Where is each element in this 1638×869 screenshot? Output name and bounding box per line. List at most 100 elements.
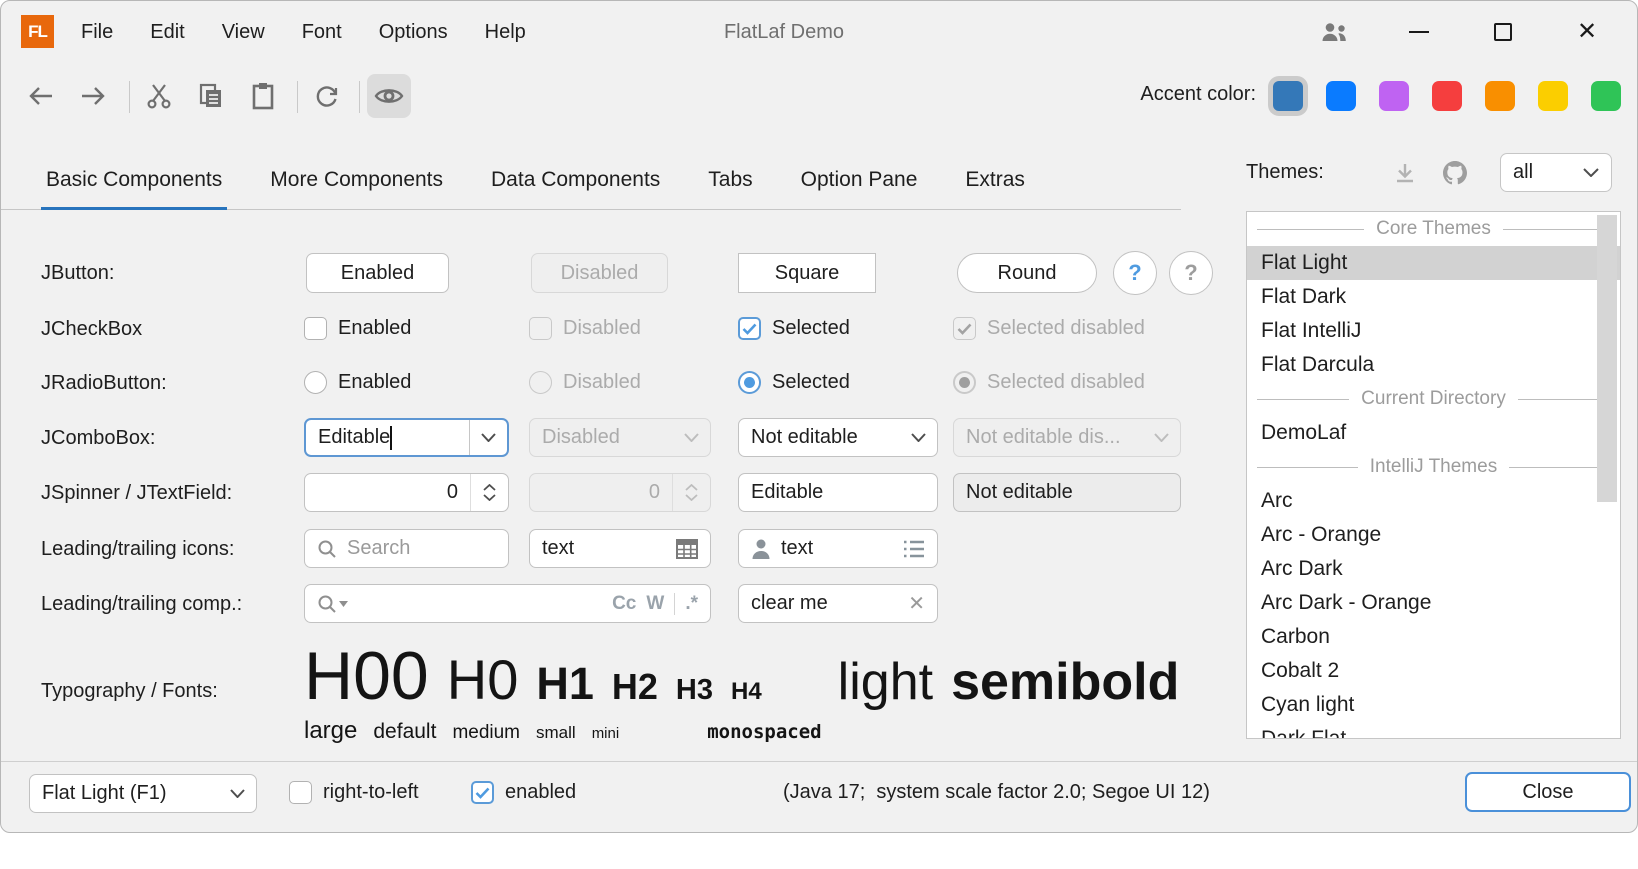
accent-swatch-purple[interactable]: [1379, 81, 1409, 111]
jradiobutton-row-label: JRadioButton:: [41, 372, 167, 395]
square-button[interactable]: Square: [738, 253, 876, 293]
cut-button[interactable]: [137, 74, 181, 118]
spinner[interactable]: 0: [304, 473, 509, 512]
menu-options[interactable]: Options: [379, 21, 448, 44]
help-button-blue[interactable]: ?: [1113, 251, 1157, 295]
help-button-gray[interactable]: ?: [1169, 251, 1213, 295]
right-to-left-checkbox[interactable]: right-to-left: [289, 781, 419, 804]
theme-item-cyan-light[interactable]: Cyan light: [1247, 688, 1620, 722]
text-caret: [390, 426, 392, 450]
radio-checked-icon: [953, 371, 976, 394]
light-sample: light: [838, 652, 933, 712]
h00-sample: H00: [304, 637, 429, 715]
back-button[interactable]: [19, 74, 63, 118]
checkbox-enabled[interactable]: Enabled: [304, 317, 411, 340]
search-field[interactable]: [304, 529, 509, 568]
spinner-buttons[interactable]: [470, 474, 508, 511]
theme-item-flat-light[interactable]: Flat Light: [1247, 246, 1620, 280]
copy-button[interactable]: [189, 74, 233, 118]
laf-combobox[interactable]: Flat Light (F1): [29, 774, 257, 813]
checkbox-checked-icon: [738, 317, 761, 340]
menu-file[interactable]: File: [81, 21, 113, 44]
menu-view[interactable]: View: [222, 21, 265, 44]
themes-scrollbar[interactable]: [1597, 215, 1617, 502]
accent-swatch-yellow[interactable]: [1538, 81, 1568, 111]
chevron-down-icon[interactable]: [218, 775, 256, 812]
users-icon[interactable]: [1315, 12, 1355, 52]
github-icon[interactable]: [1439, 157, 1471, 189]
search-field-with-options[interactable]: Cc W .*: [304, 584, 711, 623]
textfield-trailing-table[interactable]: [529, 529, 711, 568]
table-icon[interactable]: [676, 539, 698, 559]
tab-basic-components[interactable]: Basic Components: [46, 151, 222, 210]
radio-selected[interactable]: Selected: [738, 371, 850, 394]
regex-icon[interactable]: .*: [685, 593, 698, 615]
whole-word-icon[interactable]: W: [646, 593, 664, 615]
textfield-leading-user[interactable]: [738, 529, 938, 568]
maximize-button[interactable]: [1483, 12, 1523, 52]
minimize-button[interactable]: [1399, 12, 1439, 52]
typography-row-label: Typography / Fonts:: [41, 680, 218, 703]
accent-swatch-red[interactable]: [1432, 81, 1462, 111]
typography-samples: H00 H0 H1 H2 H3 H4 light semibold: [304, 637, 1179, 715]
tab-more-components[interactable]: More Components: [270, 151, 443, 210]
menu-font[interactable]: Font: [302, 21, 342, 44]
tab-extras[interactable]: Extras: [965, 151, 1025, 210]
menu-help[interactable]: Help: [485, 21, 526, 44]
theme-item-arc-dark[interactable]: Arc Dark: [1247, 552, 1620, 586]
match-case-icon[interactable]: Cc: [612, 593, 636, 615]
textfield-editable[interactable]: [738, 473, 938, 512]
chevron-down-icon: [483, 494, 496, 501]
theme-item-cobalt-2[interactable]: Cobalt 2: [1247, 654, 1620, 688]
theme-item-arc-orange[interactable]: Arc - Orange: [1247, 518, 1620, 552]
combobox-editable[interactable]: Editable: [304, 418, 509, 457]
textfield-input[interactable]: [781, 537, 893, 560]
textfield-input[interactable]: [751, 481, 925, 504]
accent-swatch-blue[interactable]: [1326, 81, 1356, 111]
accent-swatch-default[interactable]: [1273, 81, 1303, 111]
theme-item-arc-dark-orange[interactable]: Arc Dark - Orange: [1247, 586, 1620, 620]
textfield-input[interactable]: [542, 537, 666, 560]
enabled-button[interactable]: Enabled: [306, 253, 449, 293]
search-input[interactable]: [358, 592, 602, 615]
theme-item-dark-flat[interactable]: Dark Flat: [1247, 722, 1620, 739]
theme-item-arc[interactable]: Arc: [1247, 484, 1620, 518]
enabled-checkbox[interactable]: enabled: [471, 781, 576, 804]
combobox-not-editable[interactable]: Not editable: [738, 418, 938, 457]
theme-item-carbon[interactable]: Carbon: [1247, 620, 1620, 654]
comp-row-label: Leading/trailing comp.:: [41, 593, 242, 616]
radio-icon: [529, 371, 552, 394]
list-icon[interactable]: [903, 540, 925, 558]
theme-item-flat-intellij[interactable]: Flat IntelliJ: [1247, 314, 1620, 348]
semibold-sample: semibold: [951, 652, 1179, 712]
refresh-button[interactable]: [305, 74, 349, 118]
radio-enabled[interactable]: Enabled: [304, 371, 411, 394]
search-with-menu-icon[interactable]: [317, 594, 348, 614]
tab-option-pane[interactable]: Option Pane: [801, 151, 918, 210]
tab-data-components[interactable]: Data Components: [491, 151, 660, 210]
radio-label: Selected: [772, 371, 850, 394]
radio-checked-icon: [738, 371, 761, 394]
accent-swatch-orange[interactable]: [1485, 81, 1515, 111]
clearable-field[interactable]: ✕: [738, 584, 938, 623]
round-button[interactable]: Round: [957, 253, 1097, 293]
clear-icon[interactable]: ✕: [908, 591, 925, 616]
chevron-down-icon[interactable]: [469, 420, 507, 455]
theme-item-flat-darcula[interactable]: Flat Darcula: [1247, 348, 1620, 382]
download-icon[interactable]: [1389, 159, 1421, 187]
accent-swatch-green[interactable]: [1591, 81, 1621, 111]
menu-edit[interactable]: Edit: [150, 21, 184, 44]
forward-button[interactable]: [71, 74, 115, 118]
close-window-button[interactable]: ✕: [1567, 12, 1607, 52]
eye-toggle-button[interactable]: [367, 74, 411, 118]
checkbox-selected[interactable]: Selected: [738, 317, 850, 340]
close-button[interactable]: Close: [1465, 772, 1631, 812]
tab-tabs[interactable]: Tabs: [708, 151, 752, 210]
search-input[interactable]: [347, 537, 496, 560]
paste-button[interactable]: [241, 74, 285, 118]
theme-item-flat-dark[interactable]: Flat Dark: [1247, 280, 1620, 314]
textfield-input[interactable]: [751, 592, 898, 615]
theme-item-demolaf[interactable]: DemoLaf: [1247, 416, 1620, 450]
themes-filter-combobox[interactable]: all: [1500, 153, 1612, 192]
chevron-down-icon[interactable]: [899, 419, 937, 456]
